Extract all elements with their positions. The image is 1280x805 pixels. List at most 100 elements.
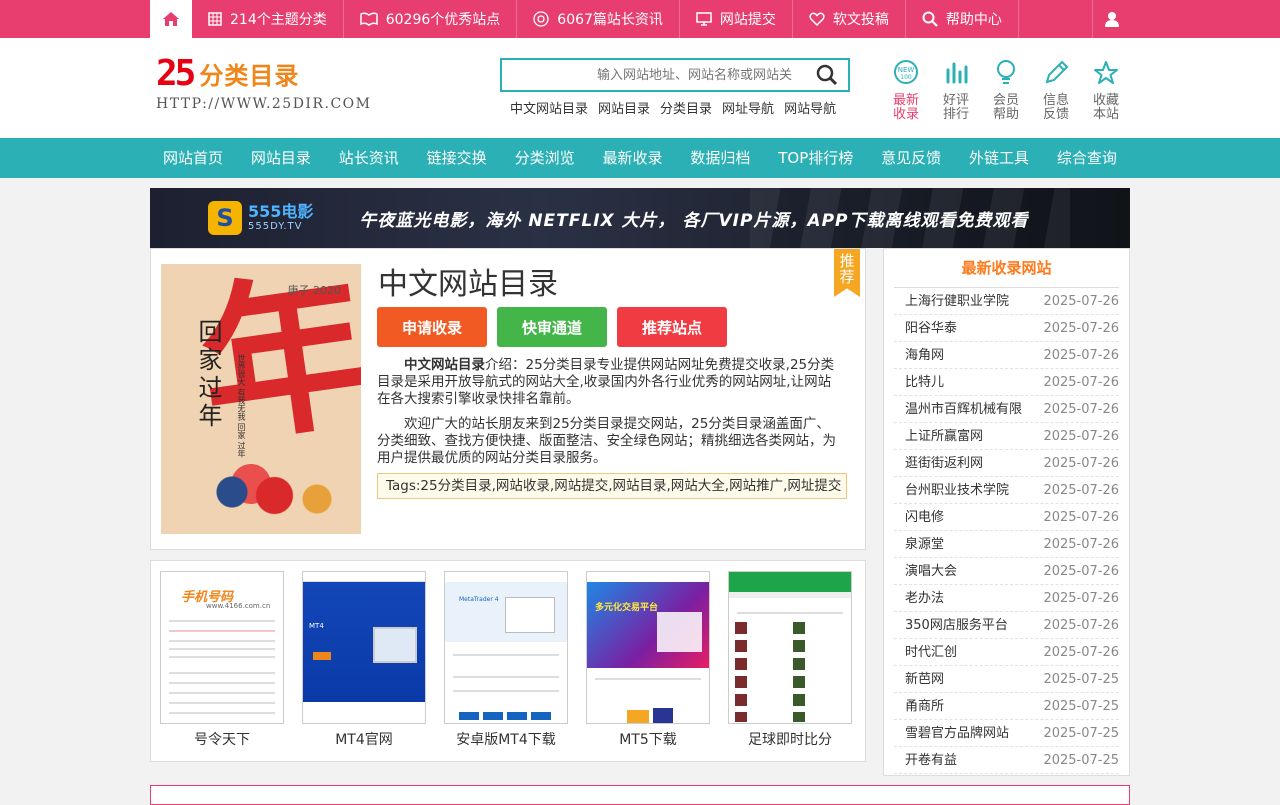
hot-link[interactable]: 分类目录 — [660, 98, 712, 117]
recent-site-row[interactable]: 老办法 2025-07-26 — [894, 585, 1119, 612]
recent-site-name[interactable]: 350网店服务平台 — [905, 612, 1008, 638]
recent-site-row[interactable]: 甬商所 2025-07-25 — [894, 693, 1119, 720]
recent-sites-panel: 最新收录网站 上海行健职业学院 2025-07-26 阳谷华泰 2025-07-26 海… — [883, 248, 1130, 776]
recent-site-row[interactable]: 上海行健职业学院 2025-07-26 — [894, 288, 1119, 315]
recent-site-date: 2025-07-26 — [1043, 348, 1119, 363]
recent-site-row[interactable]: 350网店服务平台 2025-07-26 — [894, 612, 1119, 639]
hot-link[interactable]: 中文网站目录 — [510, 98, 588, 117]
search-icon[interactable] — [816, 64, 838, 90]
hot-link[interactable]: 网站导航 — [784, 98, 836, 117]
recent-site-name[interactable]: 比特儿 — [905, 369, 944, 395]
top-bar: 214个主题分类 60296个优秀站点 6067篇站长资讯 网站提交 软文投稿 … — [0, 0, 1280, 38]
recent-site-row[interactable]: 开卷有益 2025-07-25 — [894, 747, 1119, 774]
topbar-sites[interactable]: 60296个优秀站点 — [344, 0, 518, 38]
logo-url: HTTP://WWW.25DIR.COM — [156, 96, 372, 112]
thumb-item[interactable]: 多元化交易平台 MT5下载 — [586, 571, 710, 761]
nav-top[interactable]: TOP排行榜 — [768, 138, 863, 178]
nav-query[interactable]: 综合查询 — [1047, 138, 1127, 178]
recent-site-date: 2025-07-26 — [1043, 483, 1119, 498]
recommend-button[interactable]: 推荐站点 — [617, 307, 727, 347]
banner-logo: S 555电影 555DY.TV — [208, 201, 313, 235]
nav-tools[interactable]: 外链工具 — [959, 138, 1039, 178]
nav-home[interactable]: 网站首页 — [153, 138, 233, 178]
recent-site-row[interactable]: 比特儿 2025-07-26 — [894, 369, 1119, 396]
logo-text: 分类目录 — [199, 62, 300, 90]
hot-link[interactable]: 网址导航 — [722, 98, 774, 117]
recent-site-row[interactable]: 雪碧官方品牌网站 2025-07-25 — [894, 720, 1119, 747]
thumb-image: 手机号码 www.4166.com.cn — [160, 571, 284, 724]
thumb-item[interactable]: MetaTrader 4 安卓版MT4下载 — [444, 571, 568, 761]
recent-site-row[interactable]: 逛街街返利网 2025-07-26 — [894, 450, 1119, 477]
recent-site-name[interactable]: 逛街街返利网 — [905, 450, 983, 476]
recent-site-name[interactable]: 新芭网 — [905, 666, 944, 692]
recent-site-name[interactable]: 泉源堂 — [905, 531, 944, 557]
recent-site-name[interactable]: 阳谷华泰 — [905, 315, 957, 341]
recent-site-row[interactable]: 演唱大会 2025-07-26 — [894, 558, 1119, 585]
site-logo[interactable]: 25 分类目录 HTTP://WWW.25DIR.COM — [156, 56, 372, 113]
svg-text:NEW: NEW — [898, 66, 915, 74]
ad-banner[interactable]: S 555电影 555DY.TV 午夜蓝光电影，海外 NETFLIX 大片， 各… — [150, 188, 1130, 248]
thumb-item[interactable]: 手机号码 www.4166.com.cn 号令天下 — [160, 571, 284, 761]
quick-links: NEW 100 最新 收录 好评 排行 会员 帮助 信息 反馈 收藏 本站 — [888, 60, 1124, 122]
quick-newest[interactable]: NEW 100 最新 收录 — [888, 60, 924, 122]
quick-feedback[interactable]: 信息 反馈 — [1038, 60, 1074, 122]
recent-site-row[interactable]: 海角网 2025-07-26 — [894, 342, 1119, 369]
recent-title: 最新收录网站 — [894, 249, 1119, 288]
search-box — [500, 58, 850, 92]
recent-site-row[interactable]: 闪电修 2025-07-26 — [894, 504, 1119, 531]
recent-site-row[interactable]: 上证所赢富网 2025-07-26 — [894, 423, 1119, 450]
recent-site-name[interactable]: 上证所赢富网 — [905, 423, 983, 449]
topbar-categories[interactable]: 214个主题分类 — [192, 0, 344, 38]
hot-link[interactable]: 网站目录 — [598, 98, 650, 117]
thumb-item[interactable]: 足球即时比分 — [728, 571, 852, 761]
recent-site-row[interactable]: 阳谷华泰 2025-07-26 — [894, 315, 1119, 342]
recent-site-name[interactable]: 时代汇创 — [905, 639, 957, 665]
nav-directory[interactable]: 网站目录 — [241, 138, 321, 178]
recent-site-name[interactable]: 温州市百辉机械有限 — [905, 396, 1022, 422]
fast-review-button[interactable]: 快审通道 — [497, 307, 607, 347]
search-icon — [922, 11, 938, 27]
recent-site-name[interactable]: 甬商所 — [905, 693, 944, 719]
search-input[interactable] — [502, 60, 802, 90]
user-icon[interactable] — [1092, 0, 1130, 38]
nav-feedback[interactable]: 意见反馈 — [871, 138, 951, 178]
svg-text:100: 100 — [900, 74, 912, 81]
pencil-icon — [1038, 60, 1074, 94]
topbar-help[interactable]: 帮助中心 — [906, 0, 1019, 38]
nav-browse[interactable]: 分类浏览 — [505, 138, 585, 178]
quick-rank[interactable]: 好评 排行 — [938, 60, 974, 122]
recent-site-name[interactable]: 开卷有益 — [905, 747, 957, 773]
thumb-image — [728, 571, 852, 724]
recent-site-name[interactable]: 闪电修 — [905, 504, 944, 530]
home-icon[interactable] — [150, 0, 192, 38]
recent-site-name[interactable]: 雪碧官方品牌网站 — [905, 720, 1009, 746]
recommend-ribbon: 推荐 — [834, 249, 860, 297]
recent-site-name[interactable]: 台州职业技术学院 — [905, 477, 1009, 503]
nav-links[interactable]: 链接交换 — [417, 138, 497, 178]
apply-button[interactable]: 申请收录 — [377, 307, 487, 347]
nav-latest[interactable]: 最新收录 — [592, 138, 672, 178]
recent-site-date: 2025-07-25 — [1043, 726, 1119, 741]
recent-site-date: 2025-07-26 — [1043, 564, 1119, 579]
site-title: 中文网站目录 — [378, 267, 558, 302]
nav-news[interactable]: 站长资讯 — [329, 138, 409, 178]
recent-site-row[interactable]: 温州市百辉机械有限 2025-07-26 — [894, 396, 1119, 423]
tags-box: Tags:25分类目录,网站收录,网站提交,网站目录,网站大全,网站推广,网址提… — [377, 473, 847, 499]
monitor-icon — [696, 12, 712, 26]
nav-archive[interactable]: 数据归档 — [680, 138, 760, 178]
recent-site-row[interactable]: 时代汇创 2025-07-26 — [894, 639, 1119, 666]
recent-site-row[interactable]: 新芭网 2025-07-25 — [894, 666, 1119, 693]
recent-site-row[interactable]: 泉源堂 2025-07-26 — [894, 531, 1119, 558]
quick-member[interactable]: 会员 帮助 — [988, 60, 1024, 122]
topbar-submit[interactable]: 网站提交 — [680, 0, 793, 38]
recent-site-name[interactable]: 老办法 — [905, 585, 944, 611]
quick-bookmark[interactable]: 收藏 本站 — [1088, 60, 1124, 122]
thumb-item[interactable]: MT4 MT4官网 — [302, 571, 426, 761]
recent-site-date: 2025-07-25 — [1043, 672, 1119, 687]
topbar-news[interactable]: 6067篇站长资讯 — [517, 0, 680, 38]
recent-site-name[interactable]: 海角网 — [905, 342, 944, 368]
recent-site-row[interactable]: 台州职业技术学院 2025-07-26 — [894, 477, 1119, 504]
recent-site-name[interactable]: 演唱大会 — [905, 558, 957, 584]
recent-site-name[interactable]: 上海行健职业学院 — [905, 288, 1009, 314]
topbar-article[interactable]: 软文投稿 — [793, 0, 906, 38]
